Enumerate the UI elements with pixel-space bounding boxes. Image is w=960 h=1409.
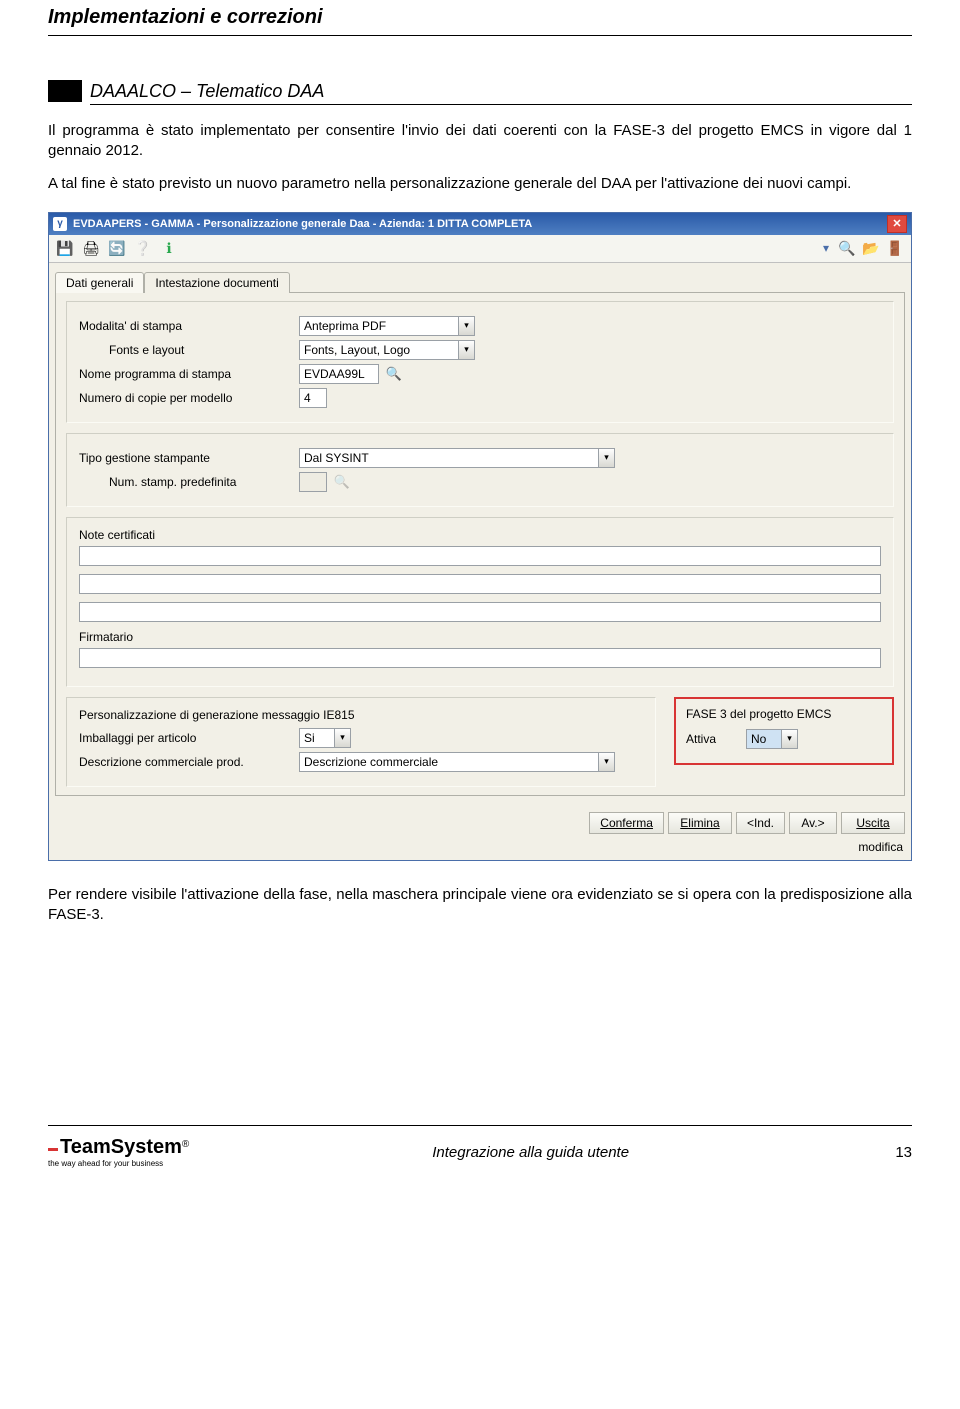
group-stampante: Tipo gestione stampante Dal SYSINT ▾ Num… — [66, 433, 894, 507]
av-button[interactable]: Av.> — [789, 812, 837, 834]
attiva-select[interactable]: No ▾ — [746, 729, 798, 749]
paragraph-2: A tal fine è stato previsto un nuovo par… — [48, 174, 912, 194]
chevron-down-icon: ▾ — [459, 340, 475, 360]
copie-input[interactable]: 4 — [299, 388, 327, 408]
paragraph-3: Per rendere visibile l'attivazione della… — [48, 885, 912, 926]
imballaggi-value: Si — [299, 728, 335, 748]
nomeprog-input[interactable]: EVDAA99L — [299, 364, 379, 384]
group-note-firmatario: Note certificati Firmatario — [66, 517, 894, 687]
label-fonts: Fonts e layout — [79, 343, 299, 357]
save-icon[interactable]: 💾 — [55, 238, 75, 258]
window-title: EVDAAPERS - GAMMA - Personalizzazione ge… — [73, 218, 532, 230]
folder-icon[interactable]: 📂 — [861, 238, 881, 258]
label-numstamp: Num. stamp. predefinita — [79, 475, 299, 489]
status-bar: modifica — [49, 838, 911, 860]
footer-logo: TeamSystem® the way ahead for your busin… — [48, 1136, 189, 1168]
numstamp-input[interactable] — [299, 472, 327, 492]
conferma-button[interactable]: Conferma — [589, 812, 664, 834]
lookup-icon[interactable]: 🔍 — [385, 365, 403, 383]
modalita-value: Anteprima PDF — [299, 316, 459, 336]
section-bullet — [48, 80, 82, 102]
toolbar: 💾 🖨 🔄 ❔ ℹ ▾ 🔍 📂 🚪 — [49, 235, 911, 263]
label-imballaggi: Imballaggi per articolo — [79, 731, 299, 745]
group-stampa: Modalita' di stampa Anteprima PDF ▾ Font… — [66, 301, 894, 423]
uscita-button[interactable]: Uscita — [841, 812, 905, 834]
imballaggi-select[interactable]: Si ▾ — [299, 728, 351, 748]
label-copie: Numero di copie per modello — [79, 391, 299, 405]
fase3-title: FASE 3 del progetto EMCS — [686, 707, 882, 721]
section-rule — [90, 104, 912, 105]
notecert-line2[interactable] — [79, 574, 881, 594]
chevron-down-icon[interactable]: ▾ — [823, 241, 833, 255]
tipogest-select[interactable]: Dal SYSINT ▾ — [299, 448, 615, 468]
chevron-down-icon: ▾ — [335, 728, 351, 748]
refresh-icon[interactable]: 🔄 — [107, 238, 127, 258]
window-titlebar: γ EVDAAPERS - GAMMA - Personalizzazione … — [49, 213, 911, 235]
header-rule — [48, 35, 912, 36]
page-header: Implementazioni e correzioni — [48, 0, 912, 33]
group-ie815: Personalizzazione di generazione messagg… — [66, 697, 656, 787]
chevron-down-icon: ▾ — [459, 316, 475, 336]
label-tipogest: Tipo gestione stampante — [79, 451, 299, 465]
group-fase3: FASE 3 del progetto EMCS Attiva No ▾ — [674, 697, 894, 765]
label-modalita: Modalita' di stampa — [79, 319, 299, 333]
tab-dati-generali[interactable]: Dati generali — [55, 272, 144, 293]
label-ie815: Personalizzazione di generazione messagg… — [79, 708, 643, 722]
lookup-icon[interactable]: 🔍 — [333, 473, 351, 491]
chevron-down-icon: ▾ — [599, 752, 615, 772]
label-notecert: Note certificati — [79, 528, 881, 542]
fonts-select[interactable]: Fonts, Layout, Logo ▾ — [299, 340, 475, 360]
search-icon[interactable]: 🔍 — [837, 238, 857, 258]
info-icon[interactable]: ℹ — [159, 238, 179, 258]
tab-strip: Dati generali Intestazione documenti — [55, 271, 905, 292]
label-nomeprog: Nome programma di stampa — [79, 367, 299, 381]
chevron-down-icon: ▾ — [782, 729, 798, 749]
chevron-down-icon: ▾ — [599, 448, 615, 468]
label-attiva: Attiva — [686, 732, 736, 746]
notecert-line1[interactable] — [79, 546, 881, 566]
exit-icon[interactable]: 🚪 — [885, 238, 905, 258]
descr-value: Descrizione commerciale — [299, 752, 599, 772]
descr-select[interactable]: Descrizione commerciale ▾ — [299, 752, 615, 772]
status-text: modifica — [858, 840, 903, 854]
elimina-button[interactable]: Elimina — [668, 812, 732, 834]
tab-intestazione-documenti[interactable]: Intestazione documenti — [144, 272, 289, 293]
footer-center-text: Integrazione alla guida utente — [189, 1144, 872, 1161]
label-descr: Descrizione commerciale prod. — [79, 755, 299, 769]
modalita-select[interactable]: Anteprima PDF ▾ — [299, 316, 475, 336]
ind-button[interactable]: <Ind. — [736, 812, 785, 834]
close-icon[interactable]: ✕ — [887, 215, 907, 233]
tab-pane: Modalita' di stampa Anteprima PDF ▾ Font… — [55, 292, 905, 796]
button-bar: Conferma Elimina <Ind. Av.> Uscita — [49, 802, 911, 838]
tipogest-value: Dal SYSINT — [299, 448, 599, 468]
label-firmatario: Firmatario — [79, 630, 881, 644]
fonts-value: Fonts, Layout, Logo — [299, 340, 459, 360]
section-title: DAAALCO – Telematico DAA — [90, 81, 324, 102]
help-icon[interactable]: ❔ — [133, 238, 153, 258]
paragraph-1: Il programma è stato implementato per co… — [48, 121, 912, 162]
notecert-line3[interactable] — [79, 602, 881, 622]
footer-page-number: 13 — [872, 1144, 912, 1161]
print-icon[interactable]: 🖨 — [81, 238, 101, 258]
app-icon: γ — [53, 217, 67, 231]
app-window: γ EVDAAPERS - GAMMA - Personalizzazione … — [48, 212, 912, 861]
attiva-value: No — [746, 729, 782, 749]
firmatario-input[interactable] — [79, 648, 881, 668]
